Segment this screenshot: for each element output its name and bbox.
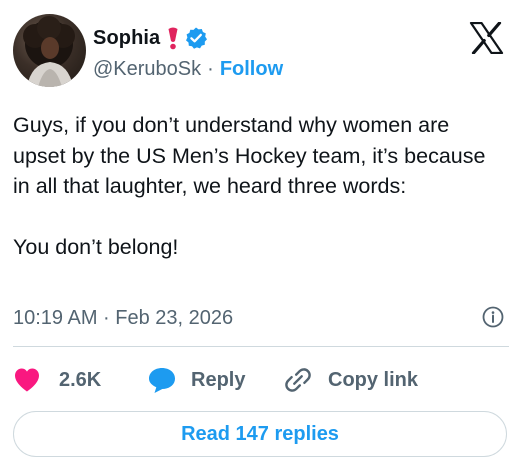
- timestamp-text: 10:19 AM · Feb 23, 2026: [13, 306, 234, 329]
- like-count: 2.6K: [59, 368, 102, 391]
- tweet-actions: 2.6K Reply Copy link: [13, 363, 509, 397]
- author-handle-row: @KeruboSk · Follow: [93, 56, 283, 82]
- reply-label: Reply: [191, 368, 246, 391]
- avatar-image: [23, 16, 75, 87]
- copy-link-button[interactable]: Copy link: [283, 363, 418, 397]
- separator-dot: ·: [207, 57, 214, 80]
- tweet-timestamp[interactable]: 10:19 AM · Feb 23, 2026: [13, 303, 233, 333]
- reply-button[interactable]: Reply: [147, 363, 245, 397]
- tweet-card: Sophia @KeruboSk · Follow Guys, if you d…: [0, 0, 522, 472]
- verified-badge-icon[interactable]: [184, 26, 208, 50]
- tweet-text: Guys, if you don’t understand why women …: [13, 113, 486, 259]
- link-icon: [283, 365, 313, 395]
- read-replies-button[interactable]: Read 147 replies: [13, 411, 507, 457]
- avatar[interactable]: [13, 14, 86, 87]
- read-replies-label: Read 147 replies: [181, 422, 339, 445]
- copy-link-label: Copy link: [328, 368, 419, 391]
- heart-icon: [13, 367, 41, 393]
- author-display-name[interactable]: Sophia: [93, 27, 160, 50]
- x-logo-icon[interactable]: [469, 21, 504, 55]
- info-icon[interactable]: [481, 305, 505, 329]
- author-name-row: Sophia: [93, 24, 208, 52]
- like-button[interactable]: 2.6K: [13, 363, 101, 397]
- divider: [13, 346, 509, 347]
- follow-link[interactable]: Follow: [220, 58, 283, 81]
- heavy-exclamation-mark-icon: [166, 26, 180, 50]
- reply-bubble-icon: [147, 366, 177, 394]
- author-handle[interactable]: @KeruboSk: [93, 58, 201, 81]
